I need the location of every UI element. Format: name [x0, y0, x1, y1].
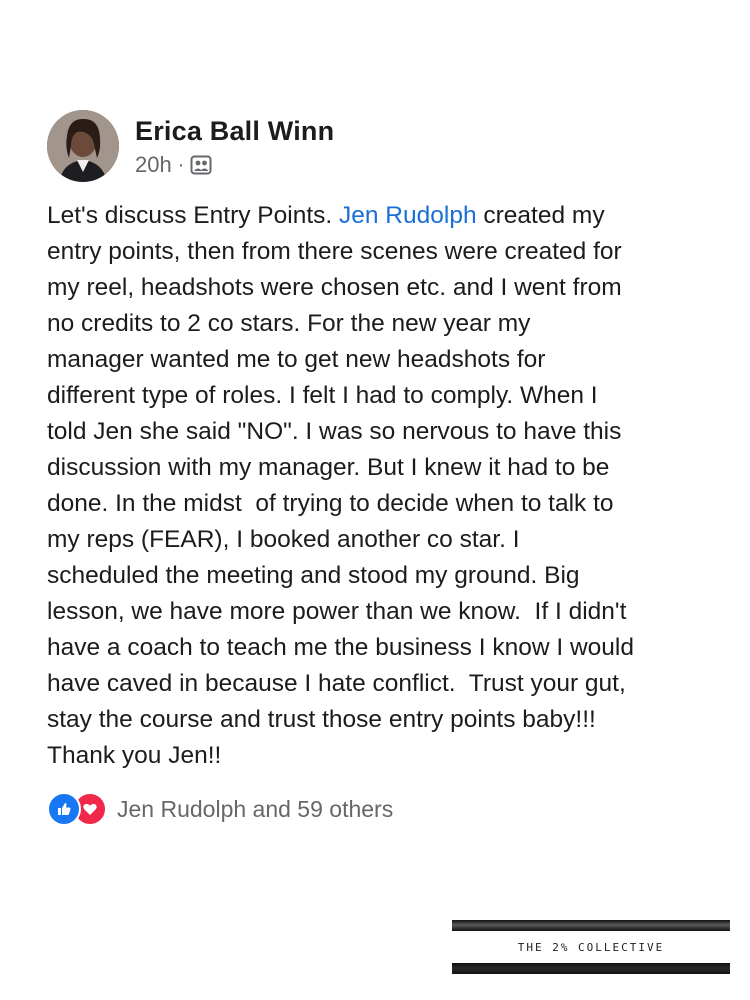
group-privacy-icon [190, 154, 212, 176]
post-text-line: scheduled the meeting and stood my groun… [47, 562, 580, 589]
post-text-line: have a coach to teach me the business I … [47, 634, 634, 661]
text-segment: created my [476, 202, 605, 229]
post-text-line: no credits to 2 co stars. For the new ye… [47, 310, 531, 337]
post-header: Erica Ball Winn 20h · [47, 110, 334, 182]
like-icon [47, 792, 81, 826]
post-text-line: my reel, headshots were chosen etc. and … [47, 274, 622, 301]
watermark-bar-top [452, 920, 730, 931]
post-body: Let's discuss Entry Points. Jen Rudolph … [47, 198, 717, 774]
post-text-line: entry points, then from there scenes wer… [47, 238, 622, 265]
reactions-bar[interactable]: Jen Rudolph and 59 others [47, 792, 393, 826]
avatar[interactable] [47, 110, 119, 182]
post-text-line: Thank you Jen!! [47, 742, 222, 769]
post-text-line: different type of roles. I felt I had to… [47, 382, 598, 409]
reaction-summary[interactable]: Jen Rudolph and 59 others [117, 796, 393, 823]
post-text-line: my reps (FEAR), I booked another co star… [47, 526, 520, 553]
post-text-line: stay the course and trust those entry po… [47, 706, 596, 733]
post-text-line: manager wanted me to get new headshots f… [47, 346, 546, 373]
author-name[interactable]: Erica Ball Winn [135, 114, 334, 148]
text-segment: Let's discuss Entry Points. [47, 202, 339, 229]
timestamp[interactable]: 20h [135, 152, 172, 178]
post-text-line: have caved in because I hate conflict. T… [47, 670, 626, 697]
watermark-bar-bottom [452, 963, 730, 974]
separator-dot: · [177, 153, 185, 176]
post-text-line: told Jen she said "NO". I was so nervous… [47, 418, 622, 445]
post-text-line: Let's discuss Entry Points. Jen Rudolph … [47, 198, 717, 234]
timestamp-row: 20h · [135, 152, 334, 178]
watermark-text: THE 2% COLLECTIVE [517, 941, 665, 954]
post-text-line: lesson, we have more power than we know.… [47, 598, 627, 625]
mention-link[interactable]: Jen Rudolph [339, 202, 477, 229]
watermark-logo: THE 2% COLLECTIVE [452, 920, 730, 974]
avatar-photo [47, 110, 119, 182]
reaction-icons[interactable] [47, 792, 107, 826]
post-text-line: done. In the midst of trying to decide w… [47, 490, 614, 517]
post-meta: Erica Ball Winn 20h · [135, 114, 334, 178]
post-text-line: discussion with my manager. But I knew i… [47, 454, 610, 481]
